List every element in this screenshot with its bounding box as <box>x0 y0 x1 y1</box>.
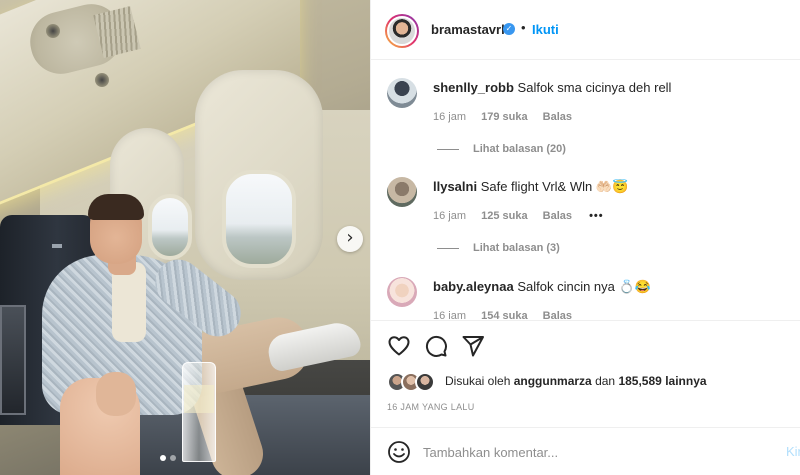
comment-time: 16 jam <box>433 210 467 222</box>
air-nozzle <box>46 24 60 38</box>
reply-button[interactable]: Balas <box>543 210 572 222</box>
author-username[interactable]: bramastavrl <box>431 22 505 37</box>
carousel-dot <box>170 455 176 461</box>
post-media[interactable]: › <box>0 0 370 475</box>
comment-text: Salfok cincin nya 💍😂 <box>517 279 651 294</box>
comment-text: Salfok sma cicinya deh rell <box>517 80 672 95</box>
comment-meta: 16 jam 154 suka Balas <box>433 310 572 319</box>
add-comment-bar: Kirim <box>371 427 800 475</box>
commenter-username[interactable]: shenlly_robb <box>433 80 514 95</box>
air-nozzle <box>95 73 109 87</box>
more-options-icon[interactable]: ••• <box>589 210 604 222</box>
avatar <box>415 372 435 392</box>
liked-by-username[interactable]: anggunmarza <box>514 374 592 388</box>
comment-input[interactable] <box>423 440 763 464</box>
carousel-next-button[interactable]: › <box>337 226 363 252</box>
reply-button[interactable]: Balas <box>543 111 572 123</box>
reply-button[interactable]: Balas <box>543 310 572 319</box>
commenter-avatar[interactable] <box>387 78 417 108</box>
post-comment-button[interactable]: Kirim <box>786 444 800 459</box>
post-actions: Disukai oleh anggunmarza dan 185,589 lai… <box>371 320 800 430</box>
seat-screen <box>0 305 26 415</box>
comment-text: Safe flight Vrl& Wln 🤲🏻😇 <box>480 179 629 194</box>
seat-logo <box>52 244 62 248</box>
verified-badge-icon: ✓ <box>503 23 515 35</box>
comment-likes[interactable]: 154 suka <box>481 310 527 319</box>
share-icon[interactable] <box>461 334 485 358</box>
comments-list[interactable]: shenlly_robb Salfok sma cicinya deh rell… <box>371 61 800 319</box>
follow-button[interactable]: Ikuti <box>532 22 559 37</box>
comment-icon[interactable] <box>424 334 448 358</box>
carousel-dot <box>160 455 166 461</box>
comment-time: 16 jam <box>433 111 467 123</box>
replies-line <box>437 148 459 150</box>
holding-hand <box>96 372 136 416</box>
post-sidebar: bramastavrl ✓ • Ikuti shenlly_robb Salfo… <box>370 0 800 475</box>
heart-icon[interactable] <box>387 334 411 358</box>
commenter-username[interactable]: baby.aleynaa <box>433 279 514 294</box>
view-replies-button[interactable]: Lihat balasan (20) <box>437 143 566 155</box>
view-replies-button[interactable]: Lihat balasan (3) <box>437 242 560 254</box>
commenter-avatar[interactable] <box>387 177 417 207</box>
separator-dot: • <box>521 20 526 35</box>
comment-time: 16 jam <box>433 310 467 319</box>
comment-likes[interactable]: 179 suka <box>481 111 527 123</box>
replies-line <box>437 247 459 249</box>
person-hair <box>88 194 144 220</box>
carousel-dots <box>160 455 176 461</box>
commenter-avatar[interactable] <box>387 277 417 307</box>
emoji-icon[interactable] <box>387 440 411 464</box>
likes-count[interactable]: 185,589 <box>618 374 661 388</box>
cabin-window <box>222 170 296 268</box>
liked-by-avatars[interactable] <box>387 372 439 392</box>
champagne <box>184 385 214 413</box>
post-header: bramastavrl ✓ • Ikuti <box>371 0 800 60</box>
comment-likes[interactable]: 125 suka <box>481 210 527 222</box>
cabin-window <box>148 194 192 260</box>
comment-meta: 16 jam 125 suka Balas ••• <box>433 210 604 222</box>
post-timestamp[interactable]: 16 JAM YANG LALU <box>387 402 475 412</box>
commenter-username[interactable]: llysalni <box>433 179 477 194</box>
likes-summary: Disukai oleh anggunmarza dan 185,589 lai… <box>445 374 707 388</box>
author-avatar[interactable] <box>385 14 419 48</box>
comment-meta: 16 jam 179 suka Balas <box>433 111 572 123</box>
